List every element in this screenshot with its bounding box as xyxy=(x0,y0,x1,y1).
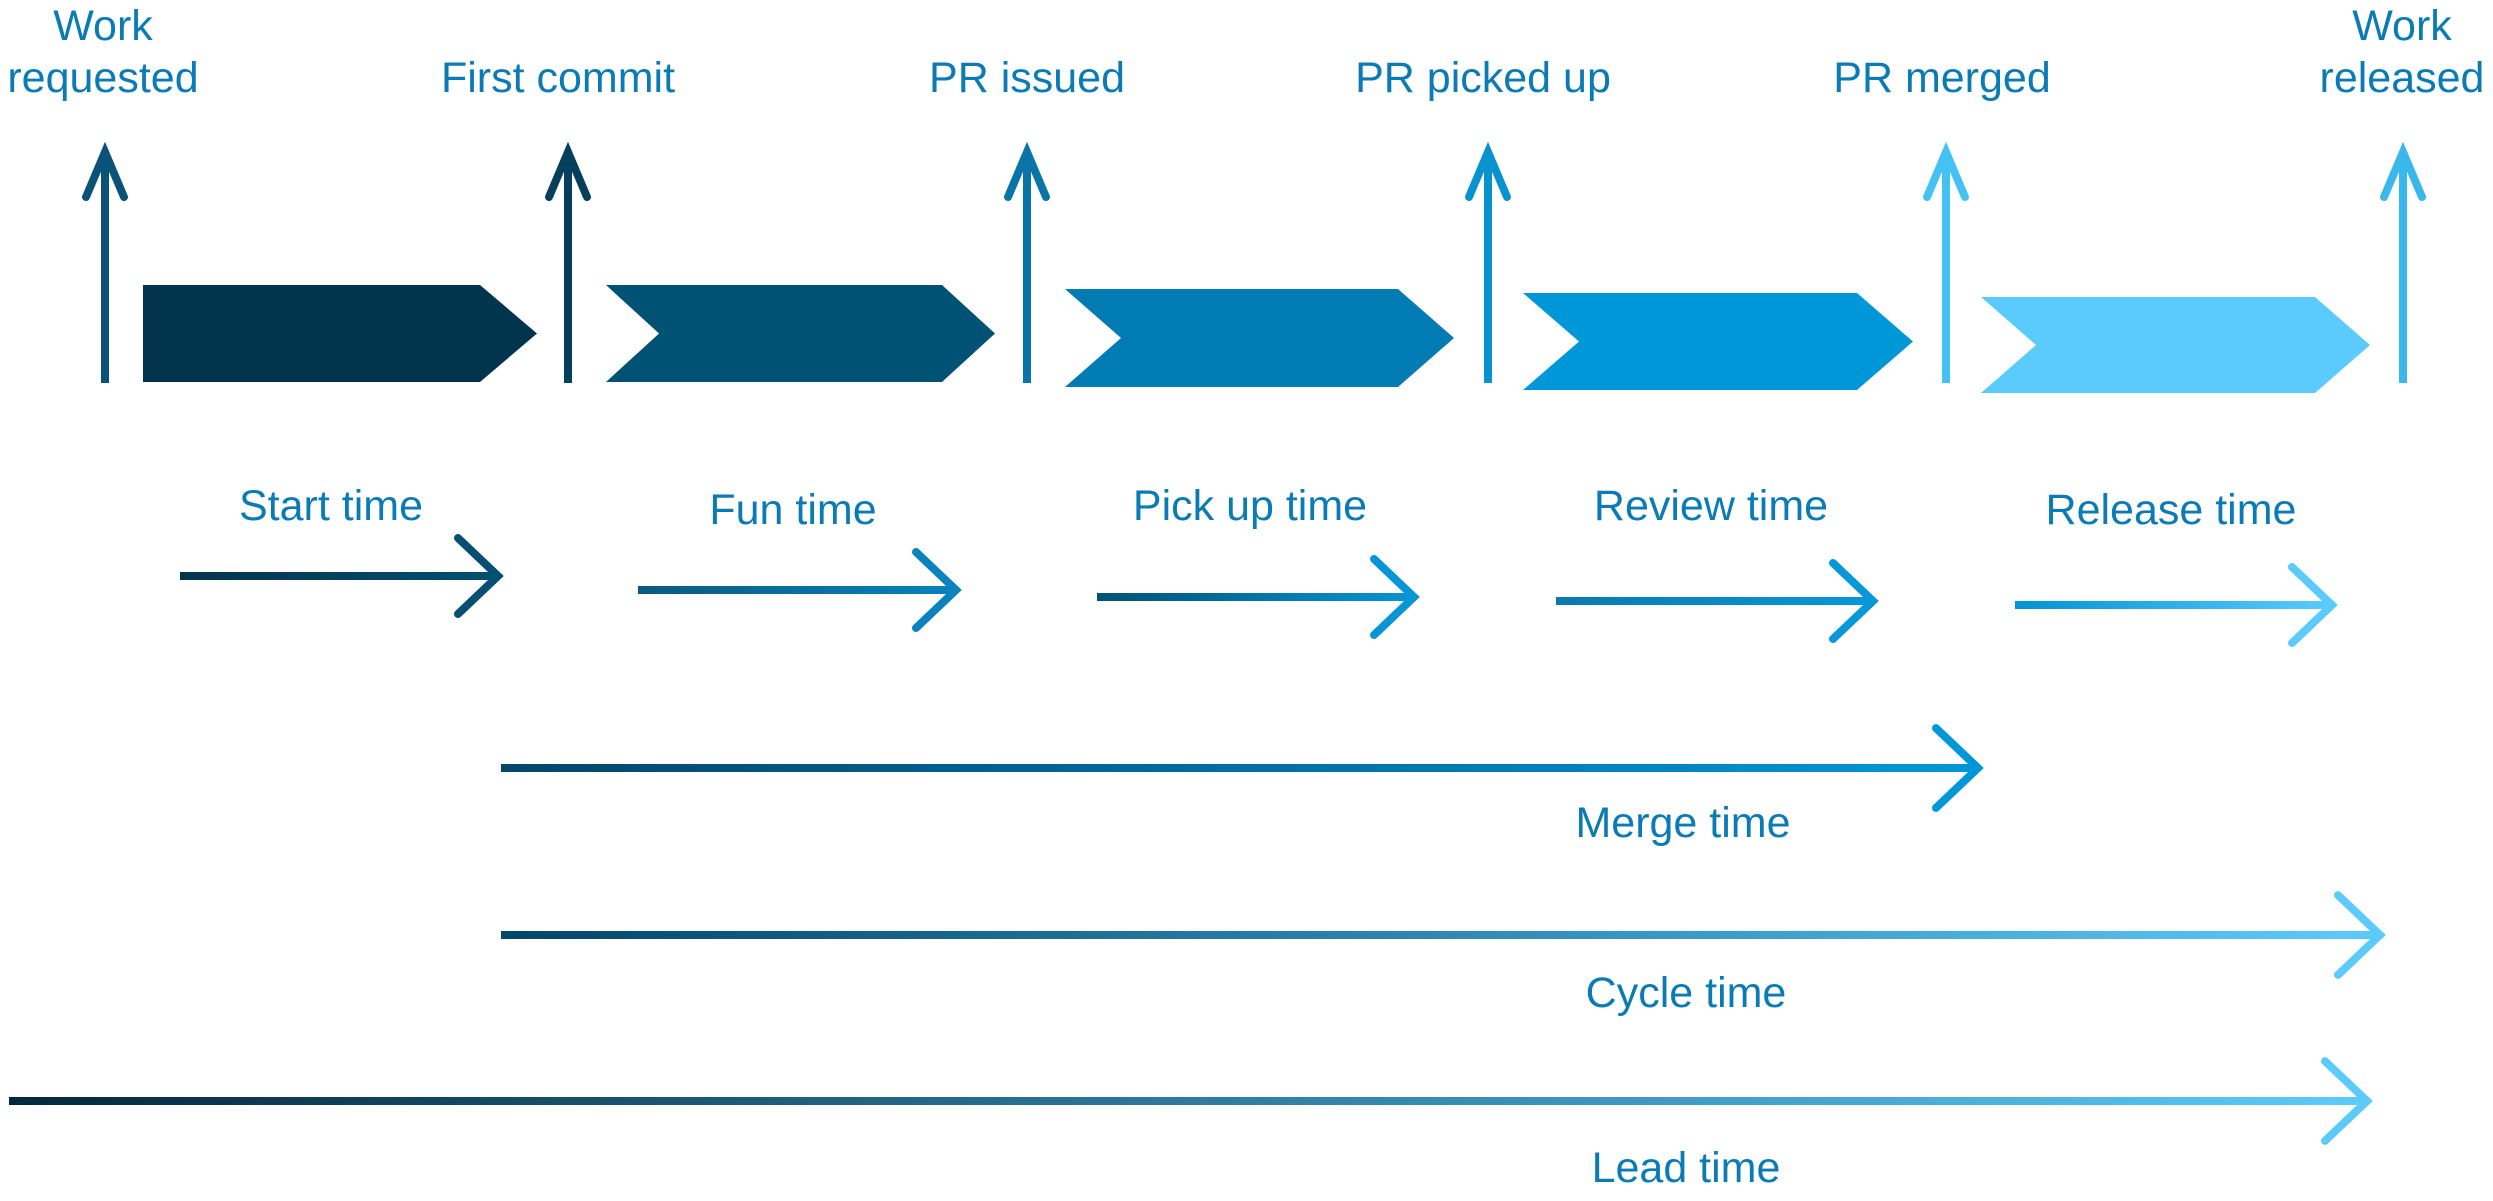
milestone-arrow-work-requested xyxy=(82,141,128,383)
phase-label-review-time: Review time xyxy=(1593,482,1829,530)
phase-label-fun-time: Fun time xyxy=(709,486,877,534)
chevron-pick-up-time xyxy=(1065,289,1454,387)
phase-label-release-time: Release time xyxy=(2045,486,2297,534)
span-arrow-lead-time xyxy=(9,1057,2373,1145)
milestone-arrow-pr-issued xyxy=(1004,141,1050,383)
milestone-arrow-pr-merged xyxy=(1923,141,1969,383)
span-label-merge-time: Merge time xyxy=(1575,799,1791,847)
phase-arrow-release-time xyxy=(2015,563,2338,647)
milestone-label-line: PR issued xyxy=(929,54,1125,102)
milestone-label-line: First commit xyxy=(440,54,676,102)
milestone-label-work-released: Work released xyxy=(2320,0,2485,104)
chevron-review-time xyxy=(1523,293,1913,390)
milestone-label-line: PR merged xyxy=(1833,54,2051,102)
chevron-release-time xyxy=(1981,297,2370,393)
phase-arrow-pick-up-time xyxy=(1097,555,1420,639)
milestone-label-pr-picked-up: PR picked up xyxy=(1355,52,1611,104)
span-arrow-cycle-time xyxy=(501,891,2386,979)
chevron-fun-time xyxy=(606,285,995,382)
milestone-label-pr-merged: PR merged xyxy=(1833,52,2050,104)
phase-label-pick-up-time: Pick up time xyxy=(1132,482,1368,530)
milestone-arrow-first-commit xyxy=(545,141,591,383)
span-arrow-merge-time xyxy=(501,724,1984,812)
milestone-label-first-commit: First commit xyxy=(441,52,675,104)
milestone-label-work-requested: Work requested xyxy=(7,0,198,104)
milestone-arrow-pr-picked-up xyxy=(1465,141,1511,383)
span-label-lead-time: Lead time xyxy=(1591,1144,1781,1192)
milestone-label-line: requested xyxy=(7,54,199,102)
phase-label-start-time: Start time xyxy=(239,482,423,530)
milestone-label-pr-issued: PR issued xyxy=(929,52,1125,104)
span-label-cycle-time: Cycle time xyxy=(1585,969,1787,1017)
milestone-label-line: PR picked up xyxy=(1355,54,1611,102)
milestone-label-line: Work xyxy=(53,2,153,50)
milestone-label-line: released xyxy=(2319,54,2485,102)
milestone-label-line: Work xyxy=(2352,2,2452,50)
milestone-arrow-work-released xyxy=(2380,141,2426,383)
phase-arrow-fun-time xyxy=(638,548,962,632)
dev-cycle-diagram xyxy=(9,141,2426,1145)
chevron-start-time xyxy=(143,285,537,382)
phase-arrow-start-time xyxy=(180,534,504,618)
phase-arrow-review-time xyxy=(1556,559,1879,643)
